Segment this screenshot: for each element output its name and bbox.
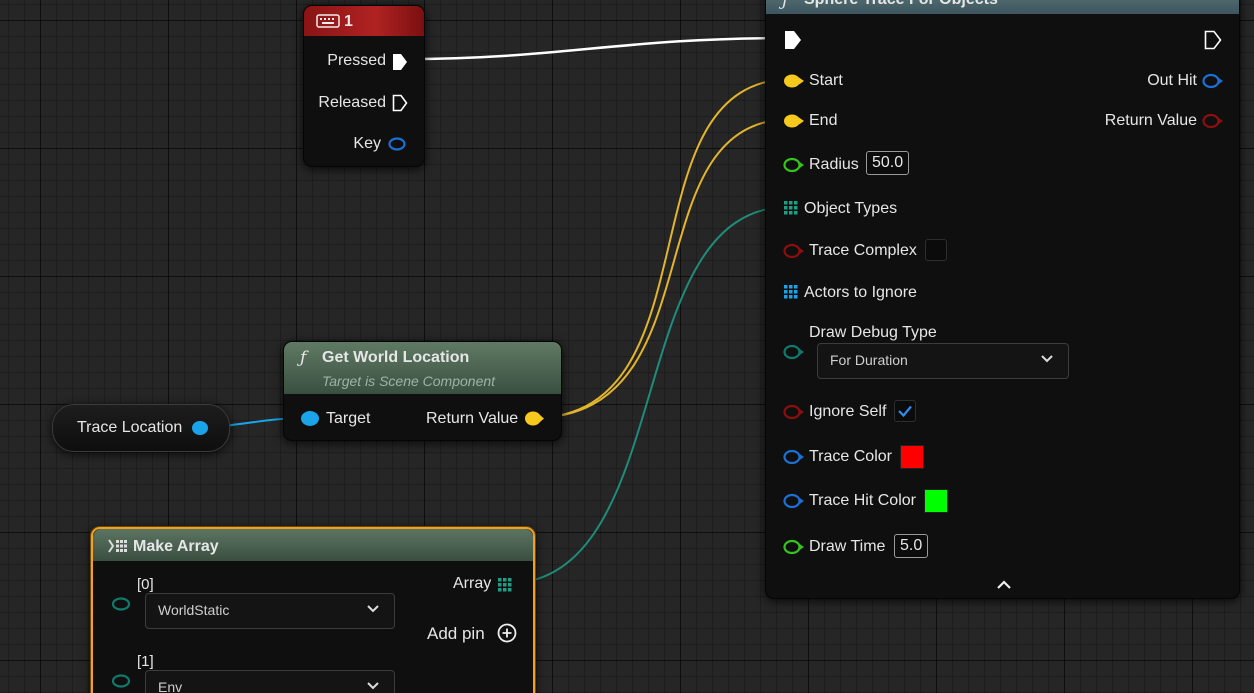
trace-hit-color-label: Trace Hit Color xyxy=(809,492,916,509)
out-hit-label: Out Hit xyxy=(1147,72,1197,89)
return-value-label: Return Value xyxy=(1104,112,1197,129)
draw-debug-type-dropdown[interactable]: For Duration xyxy=(817,343,1069,379)
exec-output-pin[interactable] xyxy=(1204,30,1222,55)
trace-complex-checkbox[interactable] xyxy=(925,239,947,261)
array-output-label: Array xyxy=(453,575,492,592)
trace-color-swatch[interactable] xyxy=(900,445,924,469)
object-types-array-pin[interactable] xyxy=(784,201,798,220)
draw-debug-type-value: For Duration xyxy=(830,352,908,368)
trace-location-variable-node[interactable]: Trace Location xyxy=(52,404,230,452)
start-wire xyxy=(532,78,793,419)
chevron-down-icon xyxy=(1040,352,1054,369)
pressed-exec-pin[interactable] xyxy=(392,53,408,76)
pressed-label: Pressed xyxy=(327,52,386,69)
released-exec-pin[interactable] xyxy=(392,94,408,117)
return-value-bool-pin[interactable] xyxy=(1202,113,1224,134)
element-1-byte-pin[interactable] xyxy=(111,674,131,693)
trace-color-struct-pin[interactable] xyxy=(783,449,805,470)
function-icon: ƒ xyxy=(782,0,789,11)
key-1-event-node[interactable]: 1 Pressed Released Key xyxy=(303,5,425,167)
element-1-index: [1] xyxy=(137,653,154,670)
trace-location-label: Trace Location xyxy=(77,419,183,436)
key-node-title: 1 xyxy=(344,13,353,30)
object-types-label: Object Types xyxy=(804,200,898,217)
out-hit-struct-pin[interactable] xyxy=(1202,73,1224,94)
element-0-dropdown[interactable]: WorldStatic xyxy=(145,593,395,629)
element-1-value: Env xyxy=(158,679,183,693)
trace-complex-label: Trace Complex xyxy=(809,242,917,259)
draw-time-float-pin[interactable] xyxy=(783,539,805,560)
exec-wire xyxy=(405,36,791,61)
draw-time-input[interactable]: 5.0 xyxy=(894,534,929,558)
function-icon: ƒ xyxy=(300,348,307,368)
make-array-icon xyxy=(107,538,129,559)
trace-hit-color-struct-pin[interactable] xyxy=(783,493,805,514)
make-array-node[interactable]: Make Array [0] WorldStatic [1] Env Array… xyxy=(91,527,535,693)
element-0-index: [0] xyxy=(137,576,154,593)
ignore-self-label: Ignore Self xyxy=(809,403,887,420)
draw-debug-type-label: Draw Debug Type xyxy=(809,324,937,341)
radius-float-pin[interactable] xyxy=(783,157,805,178)
key-label: Key xyxy=(353,135,381,152)
add-pin-label[interactable]: Add pin xyxy=(427,624,485,644)
target-label: Target xyxy=(326,410,371,427)
trace-complex-bool-pin[interactable] xyxy=(783,243,805,264)
checkmark-icon xyxy=(898,405,912,418)
actors-to-ignore-label: Actors to Ignore xyxy=(804,284,917,301)
end-vector-pin[interactable] xyxy=(783,113,805,134)
chevron-down-icon xyxy=(366,602,380,619)
chevron-down-icon xyxy=(366,679,380,693)
trace-location-object-pin[interactable] xyxy=(191,420,209,441)
end-label: End xyxy=(809,112,838,129)
start-label: Start xyxy=(809,72,843,89)
target-object-pin[interactable] xyxy=(300,410,320,432)
keyboard-icon xyxy=(316,14,340,33)
exec-input-pin[interactable] xyxy=(784,30,802,55)
ignore-self-checkbox[interactable] xyxy=(894,400,916,422)
draw-debug-type-byte-pin[interactable] xyxy=(783,344,805,365)
start-vector-pin[interactable] xyxy=(783,73,805,94)
return-value-label: Return Value xyxy=(426,410,519,427)
key-struct-pin[interactable] xyxy=(388,137,406,156)
make-array-title: Make Array xyxy=(133,538,219,555)
get-world-location-title: Get World Location xyxy=(322,349,470,366)
sphere-trace-node[interactable]: ƒ Sphere Trace For Objects Start Out Hit… xyxy=(765,0,1240,599)
blueprint-graph[interactable]: 1 Pressed Released Key Trace Location ƒ … xyxy=(0,0,1254,693)
return-value-vector-pin[interactable] xyxy=(524,410,544,432)
array-output-pin[interactable] xyxy=(498,578,512,597)
actors-to-ignore-array-pin[interactable] xyxy=(784,285,798,304)
ignore-self-bool-pin[interactable] xyxy=(783,404,805,425)
released-label: Released xyxy=(318,94,386,111)
get-world-location-node[interactable]: ƒ Get World Location Target is Scene Com… xyxy=(283,341,562,441)
element-0-value: WorldStatic xyxy=(158,602,230,618)
element-0-byte-pin[interactable] xyxy=(111,597,131,616)
element-1-dropdown[interactable]: Env xyxy=(145,670,395,693)
sphere-trace-title: Sphere Trace For Objects xyxy=(804,0,998,9)
get-world-location-subtitle: Target is Scene Component xyxy=(322,373,496,389)
collapse-chevron-up-icon[interactable] xyxy=(996,578,1012,596)
trace-color-label: Trace Color xyxy=(809,448,892,465)
radius-input[interactable]: 50.0 xyxy=(866,151,910,175)
add-pin-plus-icon[interactable] xyxy=(497,623,517,648)
radius-label: Radius xyxy=(809,156,859,173)
draw-time-label: Draw Time xyxy=(809,538,886,555)
trace-hit-color-swatch[interactable] xyxy=(924,489,948,513)
